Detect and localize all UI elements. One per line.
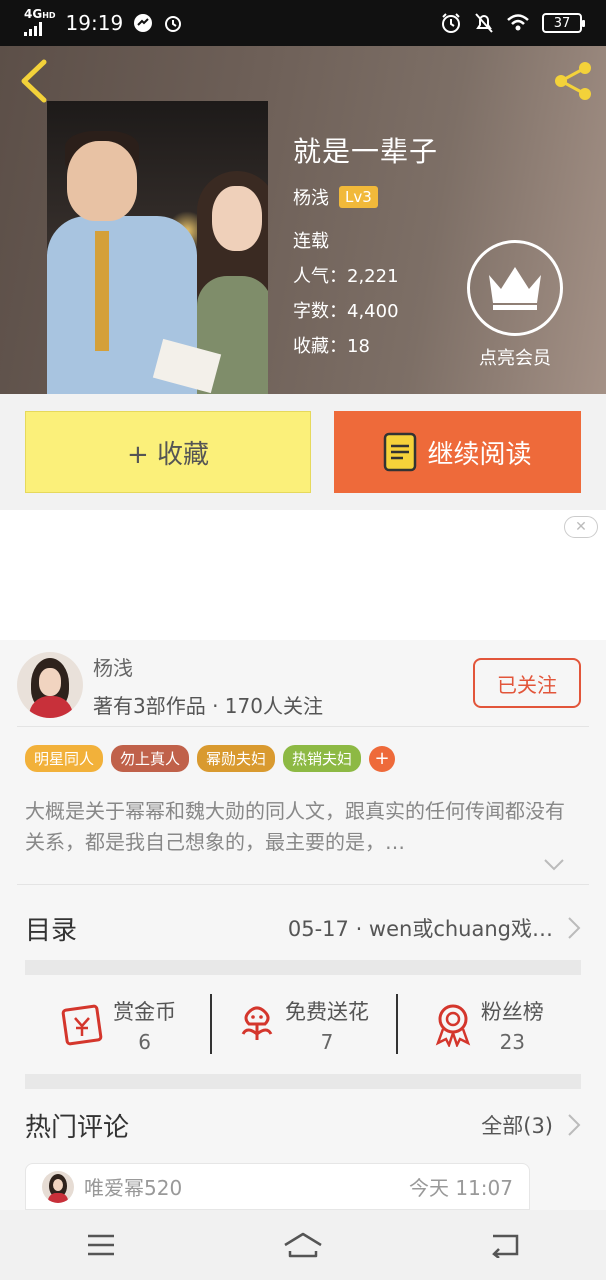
close-icon: ✕: [575, 519, 587, 535]
share-button[interactable]: [552, 60, 594, 102]
flower-icon: [241, 1006, 273, 1040]
book-status: 连载: [293, 231, 329, 252]
tag-item[interactable]: 明星同人: [25, 745, 104, 772]
back-nav-button[interactable]: [475, 1220, 535, 1270]
chevron-right-icon: [568, 917, 581, 939]
book-icon: [384, 432, 417, 472]
book-author[interactable]: 杨浅: [293, 184, 329, 210]
latest-chapter: 05-17 · wen或chuang戏…: [287, 917, 553, 941]
expand-chevron-icon[interactable]: [543, 858, 565, 872]
hot-comments-header: 热门评论 全部(3): [25, 1100, 581, 1150]
author-level-badge: Lv3: [339, 186, 378, 208]
home-button[interactable]: [273, 1220, 333, 1270]
table-of-contents-row[interactable]: 目录 05-17 · wen或chuang戏…: [25, 895, 581, 961]
back-button[interactable]: [16, 58, 52, 104]
send-flowers-button[interactable]: 免费送花 7: [210, 980, 395, 1070]
book-description[interactable]: 大概是关于幂幂和魏大勋的同人文，跟真实的任何传闻都没有关系，都是我自己想象的，最…: [25, 796, 573, 858]
tag-item[interactable]: 勿上真人: [111, 745, 190, 772]
all-comments-link[interactable]: 全部(3): [481, 1110, 553, 1140]
ad-close-button[interactable]: ✕: [564, 516, 598, 538]
section-separator: [25, 960, 581, 975]
book-favorites: 收藏：18: [293, 336, 370, 357]
chevron-right-icon[interactable]: [567, 1113, 581, 1137]
return-icon: [492, 1234, 519, 1258]
alarm-icon: [165, 16, 182, 32]
signal-icon: [24, 22, 42, 36]
system-nav-bar: [0, 1210, 606, 1280]
stat-label: 免费送花: [284, 1000, 369, 1024]
fan-ranking-button[interactable]: 粉丝榜 23: [395, 980, 581, 1070]
status-bar: 4GHD 19:19 37: [0, 0, 606, 46]
book-title: 就是一辈子: [293, 135, 439, 168]
book-popularity: 人气：2,221: [293, 266, 399, 287]
reward-coin-icon: [61, 1004, 103, 1046]
stat-label: 赏金币: [113, 1000, 177, 1024]
messenger-icon: [134, 14, 153, 32]
add-tag-button[interactable]: +: [369, 745, 396, 772]
book-header: 就是一辈子 杨浅 Lv3 连载 人气：2,221 字数：4,400 收藏：18 …: [0, 46, 606, 395]
stat-value: 6: [138, 1030, 152, 1054]
book-cover-image[interactable]: [47, 101, 268, 395]
author-stats: 著有3部作品 · 170人关注: [93, 694, 323, 718]
section-separator: [25, 1074, 581, 1089]
toc-label: 目录: [25, 915, 78, 946]
wifi-icon: [507, 14, 529, 31]
stat-value: 23: [499, 1030, 526, 1054]
reward-coins-button[interactable]: 赏金币 6: [25, 980, 210, 1070]
clock: 19:19: [65, 11, 124, 35]
vip-button[interactable]: [467, 240, 563, 336]
commenter-name[interactable]: 唯爱幂520: [84, 1172, 182, 1201]
back-chevron-icon: [21, 59, 47, 103]
commenter-avatar[interactable]: [42, 1170, 74, 1203]
author-card-name[interactable]: 杨浅: [93, 652, 133, 681]
menu-button[interactable]: [71, 1220, 131, 1270]
alarm-clock-icon: [442, 13, 460, 33]
mute-bell-icon: [475, 13, 493, 33]
divider: [17, 726, 589, 727]
network-indicator: 4GHD: [24, 8, 56, 38]
collect-button[interactable]: + 收藏: [25, 411, 311, 493]
ad-banner: ✕: [0, 510, 606, 640]
continue-reading-button[interactable]: 继续阅读: [334, 411, 581, 493]
book-details: 杨浅 著有3部作品 · 170人关注 已关注 明星同人 勿上真人 幂勋夫妇 热销…: [0, 640, 606, 1210]
author-avatar[interactable]: [17, 652, 83, 718]
continue-reading-label: 继续阅读: [427, 439, 532, 470]
battery-indicator: 37: [542, 13, 585, 33]
medal-icon: [435, 1004, 471, 1047]
engagement-stats: 赏金币 6 免费送花 7 粉丝榜 23: [25, 980, 581, 1070]
home-icon: [284, 1232, 322, 1258]
tag-item[interactable]: 热销夫妇: [283, 745, 362, 772]
menu-icon: [88, 1234, 114, 1256]
stat-label: 粉丝榜: [480, 1000, 544, 1024]
crown-icon: [489, 267, 541, 310]
comment-item[interactable]: 唯爱幂520 今天 11:07: [25, 1163, 530, 1210]
stat-value: 7: [320, 1030, 334, 1054]
action-bar: + 收藏 继续阅读: [0, 394, 606, 510]
follow-button[interactable]: 已关注: [473, 658, 581, 708]
divider: [17, 884, 589, 885]
comment-time: 今天 11:07: [409, 1176, 513, 1200]
hot-comments-title: 热门评论: [25, 1112, 130, 1143]
tag-list: 明星同人 勿上真人 幂勋夫妇 热销夫妇 +: [25, 745, 396, 772]
tag-item[interactable]: 幂勋夫妇: [197, 745, 276, 772]
book-word-count: 字数：4,400: [293, 301, 399, 322]
vip-label[interactable]: 点亮会员: [460, 344, 570, 370]
share-icon: [555, 62, 591, 100]
